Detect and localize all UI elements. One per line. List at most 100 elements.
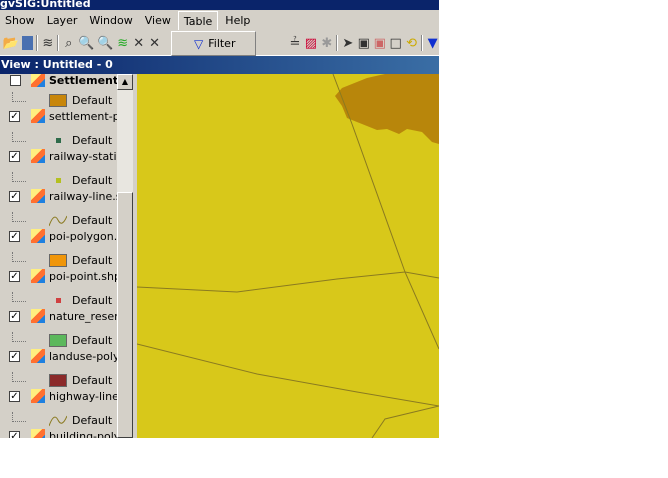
map-line (137, 271, 439, 293)
invert-selection-icon[interactable]: ⟲ (405, 35, 418, 51)
tree-connector (12, 92, 26, 102)
tree-connector (12, 252, 26, 262)
menu-bar: Show Layer Window View Table Help (0, 10, 439, 31)
menu-layer[interactable]: Layer (42, 11, 83, 30)
menu-window[interactable]: Window (84, 11, 137, 30)
select-box-icon[interactable]: □ (389, 35, 402, 51)
tree-connector (12, 412, 26, 422)
legend-label: Default (72, 213, 113, 227)
layer-icon (31, 149, 45, 163)
tree-connector (12, 212, 26, 222)
legend-line-symbol (49, 415, 67, 426)
legend-label: Default (72, 93, 113, 107)
layer-row-partial[interactable]: Settlement (0, 74, 117, 90)
legend-fill-swatch (49, 253, 67, 267)
legend-line-symbol (49, 215, 67, 226)
toc-scrollbar[interactable]: ▲ (117, 74, 133, 438)
tree-connector (12, 332, 26, 342)
layer-row[interactable]: ✓ highway-line. (0, 386, 117, 406)
separator (57, 35, 60, 51)
layer-name: nature_reser (49, 309, 117, 323)
layer-checkbox[interactable]: ✓ (9, 430, 20, 438)
zoom-out-icon[interactable]: 🔍 (97, 35, 113, 51)
layer-row[interactable]: ✓ settlement-pc (0, 106, 117, 126)
tree-connector (12, 372, 26, 382)
legend-label: Default (72, 253, 113, 267)
layer-icon (31, 389, 45, 403)
add-layer-icon[interactable]: ≋ (41, 35, 54, 51)
legend-fill-swatch (49, 93, 67, 107)
legend-label: Default (72, 413, 113, 427)
layer-row[interactable]: ✓ landuse-polyg (0, 346, 117, 366)
settlement-polygon (335, 74, 439, 144)
select-poly-icon[interactable]: ▣ (373, 35, 386, 51)
scroll-up-button[interactable]: ▲ (117, 74, 133, 90)
save-icon[interactable] (22, 36, 34, 50)
zoom-in-icon[interactable]: 🔍 (78, 35, 94, 51)
zoom-layer-icon[interactable]: ≋ (116, 35, 129, 51)
layer-name: poi-polygon.s (49, 229, 117, 243)
layer-row[interactable]: ✓ poi-point.shp (0, 266, 117, 286)
map-canvas[interactable] (137, 74, 439, 438)
layer-checkbox[interactable]: ✓ (9, 350, 20, 362)
map-drawing (137, 74, 439, 438)
legend-point-symbol (56, 137, 61, 143)
layer-name: building-polyc (49, 429, 117, 439)
layer-checkbox[interactable]: ✓ (9, 310, 20, 322)
layer-name: railway-line.sl (49, 189, 117, 203)
select-icon[interactable]: ➤ (341, 35, 354, 51)
zoom-full-icon[interactable]: ✕ (132, 35, 145, 51)
layer-checkbox[interactable]: ✓ (9, 190, 20, 202)
measure-icon[interactable]: ≟ (288, 35, 301, 51)
legend-label: Default (72, 133, 113, 147)
layer-icon (31, 189, 45, 203)
legend-fill-swatch (49, 333, 67, 347)
layer-checkbox[interactable]: ✓ (9, 390, 20, 402)
tree-connector (12, 132, 26, 142)
layer-checkbox[interactable]: ✓ (9, 150, 20, 162)
menu-help[interactable]: Help (220, 11, 255, 30)
layer-icon (31, 429, 45, 438)
pan-icon[interactable]: ⌕ (62, 35, 75, 51)
layer-row[interactable]: ✓ building-polyc (0, 426, 117, 438)
filter-icon[interactable]: ▼ (426, 35, 439, 51)
legend-fill-swatch (49, 373, 67, 387)
layer-row[interactable]: ✓ railway-line.sl (0, 186, 117, 206)
layer-name: Settlement (49, 74, 117, 87)
tree-connector (12, 292, 26, 302)
menu-show[interactable]: Show (0, 11, 40, 30)
window-title: gvSIG:Untitled (0, 0, 439, 10)
disabled-tool-icon[interactable]: ✱ (320, 35, 333, 51)
table-menu-dropdown[interactable]: ▽ Filter (171, 31, 256, 56)
layer-row[interactable]: ✓ poi-polygon.s (0, 226, 117, 246)
menu-item-filter[interactable]: Filter (208, 37, 235, 50)
separator (336, 35, 339, 51)
layer-checkbox[interactable] (10, 74, 21, 86)
layer-checkbox[interactable]: ✓ (9, 230, 20, 242)
layer-row[interactable]: ✓ railway-statio (0, 146, 117, 166)
legend-label: Default (72, 333, 113, 347)
legend-point-symbol (56, 297, 61, 303)
map-line (137, 343, 439, 407)
open-icon[interactable]: 📂 (3, 35, 19, 51)
layer-checkbox[interactable]: ✓ (9, 110, 20, 122)
tree-connector (12, 172, 26, 182)
layer-icon (31, 349, 45, 363)
menu-view[interactable]: View (140, 11, 176, 30)
map-line (371, 405, 439, 438)
layer-icon (31, 109, 45, 123)
layer-name: landuse-polyg (49, 349, 117, 363)
layer-row[interactable]: ✓ nature_reser (0, 306, 117, 326)
legend-point-symbol (56, 177, 61, 183)
filter-icon: ▽ (194, 36, 204, 51)
layer-icon (31, 309, 45, 323)
zoom-extent-icon[interactable]: ✕ (148, 35, 161, 51)
scroll-thumb[interactable] (117, 192, 133, 438)
menu-table[interactable]: Table (177, 11, 219, 30)
separator (421, 35, 424, 51)
area-icon[interactable]: ▨ (304, 35, 317, 51)
layer-checkbox[interactable]: ✓ (9, 270, 20, 282)
legend-label: Default (72, 293, 113, 307)
select-rect-icon[interactable]: ▣ (357, 35, 370, 51)
layer-name: settlement-pc (49, 109, 117, 123)
